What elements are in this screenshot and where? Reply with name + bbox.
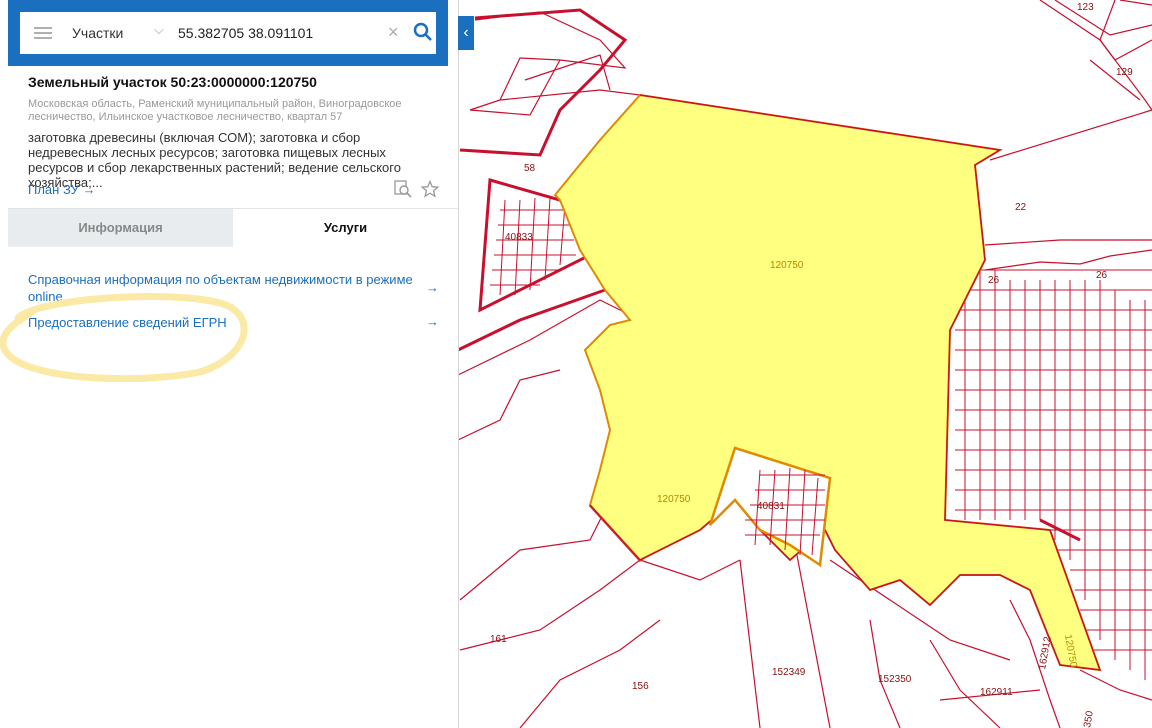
search-icon[interactable]: [412, 21, 434, 43]
plan-link[interactable]: План ЗУ →: [28, 182, 96, 197]
info-panel: Участки ⌵ 55.382705 38.091101 × Земельны…: [0, 0, 459, 728]
search-input[interactable]: 55.382705 38.091101: [178, 24, 313, 42]
map-label-26a: 26: [1096, 270, 1108, 281]
zoom-to-icon[interactable]: [394, 180, 412, 198]
map-label-58: 58: [524, 163, 536, 174]
collapse-panel-button[interactable]: ‹: [458, 16, 474, 50]
star-icon[interactable]: [420, 179, 440, 198]
map-label-156: 156: [632, 681, 649, 692]
map-label-129: 129: [1116, 67, 1133, 78]
map-label-22: 22: [1015, 202, 1027, 213]
chevron-down-icon[interactable]: ⌵: [154, 22, 164, 38]
map-label-161: 161: [490, 634, 507, 645]
service-link-egrn[interactable]: Предоставление сведений ЕГРН: [28, 314, 418, 331]
map-label-162911: 162911: [980, 687, 1013, 698]
search-box[interactable]: Участки ⌵ 55.382705 38.091101 ×: [20, 12, 436, 54]
tab-services[interactable]: Услуги: [233, 209, 458, 247]
layer-select[interactable]: Участки: [72, 24, 123, 42]
map-label-40833: 40833: [505, 232, 533, 243]
service-link-online-info[interactable]: Справочная информация по объектам недвиж…: [28, 271, 418, 305]
map-label-120750-main: 120750: [770, 260, 804, 271]
map-label-152350: 152350: [878, 674, 912, 685]
map-label-152349: 152349: [772, 667, 806, 678]
parcel-address: Московская область, Раменский муниципаль…: [28, 98, 402, 123]
map-label-120750-south: 120750: [657, 494, 691, 505]
map-label-123: 123: [1077, 2, 1094, 13]
parcel-title: Земельный участок 50:23:0000000:120750: [28, 74, 317, 90]
clear-icon[interactable]: ×: [388, 21, 399, 43]
search-bar: Участки ⌵ 55.382705 38.091101 ×: [8, 0, 448, 66]
tab-bar: Информация Услуги: [8, 208, 458, 247]
map-label-40831: 40831: [757, 501, 785, 512]
arrow-right-icon[interactable]: →: [426, 280, 439, 295]
arrow-right-icon[interactable]: →: [426, 314, 439, 329]
map-label-26b: 26: [988, 275, 1000, 286]
menu-icon[interactable]: [34, 24, 52, 42]
parcel-purpose: заготовка древесины (включая СОМ); загот…: [28, 130, 401, 190]
tab-info[interactable]: Информация: [8, 209, 233, 247]
